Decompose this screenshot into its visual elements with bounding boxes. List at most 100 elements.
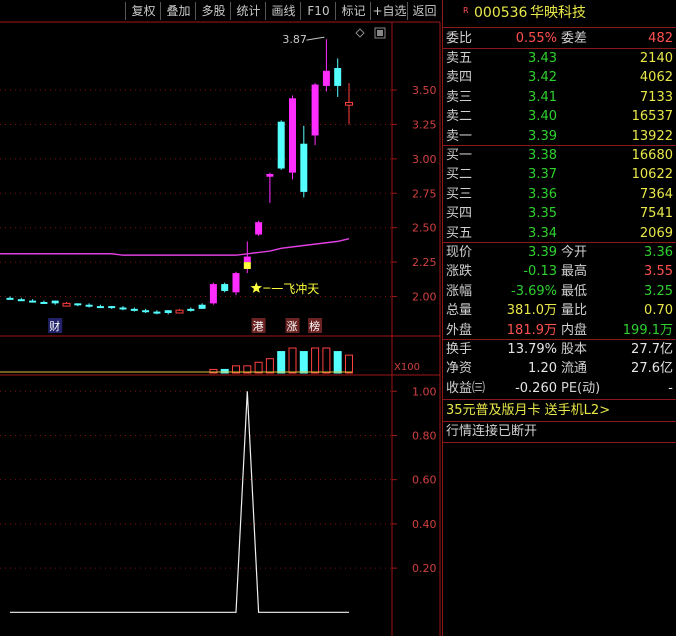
buy-level-label: 买四	[446, 206, 473, 222]
buy-level-label: 买二	[446, 167, 473, 183]
high-price-label: 3.87	[282, 33, 307, 46]
sell-row: 卖四 3.42 4062	[443, 68, 676, 87]
volume-bar	[333, 351, 342, 374]
event-marker-label: 港	[253, 320, 264, 333]
stat-label: 量比	[561, 303, 588, 319]
volume-unit-label: X100	[394, 362, 420, 373]
window-icon	[377, 30, 383, 36]
sell-price: 3.41	[528, 89, 557, 105]
fund-value: 13.79%	[507, 342, 557, 357]
candle-body	[85, 304, 93, 307]
stat-row: 涨跌 -0.13 最高 3.55	[443, 262, 676, 281]
stat-label: 内盘	[561, 322, 588, 338]
candle-body	[187, 308, 195, 311]
candle-body	[29, 300, 37, 303]
candle-body	[334, 68, 342, 86]
buy-level-label: 买五	[446, 225, 473, 241]
stock-name: 华映科技	[530, 5, 586, 21]
high-price-arrow	[306, 36, 325, 41]
promo-link[interactable]: 35元普及版月卡 送手机L2>	[443, 401, 676, 420]
stock-code: 000536	[474, 5, 528, 21]
fund-row: 换手 13.79% 股本 27.7亿	[443, 340, 676, 359]
signal-label: 一飞冲天	[271, 281, 319, 296]
indicator-tick-label: 0.80	[412, 429, 437, 442]
buy-volume: 2069	[639, 225, 673, 241]
volume-bar	[345, 354, 353, 374]
fund-value: -0.260	[515, 380, 557, 396]
candle-body	[108, 306, 116, 309]
price-tick-label: 2.25	[412, 256, 437, 269]
divider	[443, 442, 676, 443]
fund-label: PE(动)	[561, 380, 601, 396]
buy-volume: 10622	[631, 167, 673, 183]
stat-label: 涨幅	[446, 283, 473, 299]
buy-row: 买四 3.35 7541	[443, 204, 676, 223]
candle-body	[153, 311, 161, 314]
sell-row: 卖五 3.43 2140	[443, 49, 676, 68]
candle-body	[198, 304, 206, 309]
stat-value: -0.13	[523, 264, 557, 280]
sell-volume: 2140	[639, 51, 673, 66]
candle-body	[51, 300, 59, 304]
price-tick-label: 2.00	[412, 290, 437, 303]
sell-volume: 7133	[639, 89, 673, 105]
volume-bar	[322, 347, 331, 374]
stat-value: 3.55	[644, 264, 673, 280]
candle-body	[300, 143, 308, 192]
sell-price: 3.39	[528, 128, 557, 144]
event-marker-label: 涨	[287, 320, 298, 333]
volume-bar	[288, 347, 297, 374]
sell-price: 3.40	[528, 109, 557, 125]
diamond-icon	[355, 28, 365, 38]
sell-price: 3.43	[528, 51, 557, 66]
volume-bar	[299, 351, 308, 374]
buy-price: 3.36	[528, 186, 557, 202]
candle-body	[96, 306, 104, 309]
stat-label: 涨跌	[446, 264, 473, 280]
sell-row: 卖二 3.40 16537	[443, 107, 676, 126]
buy-volume: 16680	[631, 148, 673, 163]
sell-price: 3.42	[528, 70, 557, 86]
event-marker-label: 财	[49, 319, 60, 333]
buy-level-label: 买一	[446, 148, 473, 163]
fund-value: -	[668, 380, 673, 396]
sell-volume: 16537	[631, 109, 673, 125]
stat-row: 外盘 181.9万 内盘 199.1万	[443, 321, 676, 340]
ratio-label: 委比	[446, 31, 473, 46]
candle-body	[142, 310, 150, 313]
price-tick-label: 2.50	[412, 222, 437, 235]
fund-label: 换手	[446, 342, 473, 357]
indicator-tick-label: 0.20	[412, 562, 437, 575]
candle-body	[277, 121, 285, 169]
kline-chart[interactable]: 3.50 3.25 3.00 2.75 2.50 2.25 2.00 3.87 一飞冲天财 港 涨榜…	[0, 0, 442, 636]
stat-value: 199.1万	[622, 322, 673, 338]
connection-status-text: 行情连接已断开	[446, 424, 538, 439]
indicator-tick-label: 1.00	[412, 385, 437, 398]
stat-label: 现价	[446, 245, 473, 260]
candle-body	[175, 309, 184, 314]
stat-value: 3.36	[644, 245, 673, 260]
sell-level-label: 卖五	[446, 51, 473, 66]
candle-body	[62, 302, 71, 307]
candle-body	[6, 297, 14, 300]
sell-level-label: 卖二	[446, 109, 473, 125]
sell-volume: 4062	[639, 70, 673, 86]
ratio-row: 委比 0.55% 委差 482	[443, 29, 676, 48]
buy-row: 买五 3.34 2069	[443, 224, 676, 243]
candle-body	[232, 273, 240, 293]
stat-value: 0.70	[644, 303, 673, 319]
price-tick-label: 3.25	[412, 118, 437, 131]
price-tick-label: 3.00	[412, 153, 437, 166]
indicator-tick-label: 0.40	[412, 518, 437, 531]
stock-header: R 000536 华映科技	[443, 4, 676, 24]
sell-volume: 13922	[631, 128, 673, 144]
volume-bar	[254, 361, 263, 374]
buy-price: 3.38	[528, 148, 557, 163]
fund-row: 收益㈢ -0.260 PE(动) -	[443, 379, 676, 398]
buy-volume: 7541	[639, 206, 673, 222]
candle-body	[266, 173, 274, 177]
sell-level-label: 卖一	[446, 128, 473, 144]
sell-level-label: 卖四	[446, 70, 473, 86]
stat-label: 最低	[561, 283, 588, 299]
stat-value: 3.39	[528, 245, 557, 260]
